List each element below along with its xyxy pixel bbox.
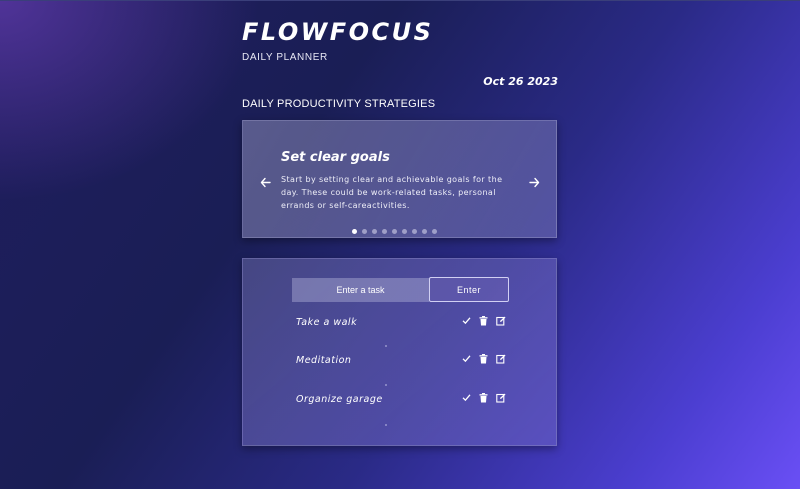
- task-item: Meditation: [296, 353, 511, 369]
- enter-button[interactable]: Enter: [429, 277, 509, 302]
- check-icon[interactable]: [461, 392, 472, 403]
- slide-text: Start by setting clear and achievable go…: [281, 175, 503, 210]
- trash-icon[interactable]: [478, 315, 489, 326]
- current-date: Oct 26 2023: [483, 75, 558, 88]
- task-label: Organize garage: [296, 394, 383, 405]
- carousel-dot[interactable]: [422, 229, 427, 234]
- task-item: Take a walk: [296, 315, 511, 331]
- carousel-dot[interactable]: [352, 229, 357, 234]
- top-border: [0, 0, 800, 1]
- carousel-dot[interactable]: [372, 229, 377, 234]
- carousel-dot[interactable]: [432, 229, 437, 234]
- check-icon[interactable]: [461, 353, 472, 364]
- task-input[interactable]: [292, 278, 429, 302]
- carousel-dot[interactable]: [382, 229, 387, 234]
- task-actions: [461, 392, 506, 403]
- edit-icon[interactable]: [495, 315, 506, 326]
- task-label: Meditation: [296, 355, 352, 366]
- carousel-dot[interactable]: [412, 229, 417, 234]
- app-subtitle: DAILY PLANNER: [242, 52, 328, 63]
- arrow-right-icon[interactable]: [529, 177, 540, 190]
- arrow-left-icon[interactable]: [260, 177, 271, 190]
- carousel-dot[interactable]: [392, 229, 397, 234]
- strategies-heading: DAILY PRODUCTIVITY STRATEGIES: [242, 98, 436, 110]
- app-title: FLOWFOCUS: [242, 18, 434, 46]
- task-actions: [461, 353, 506, 364]
- trash-icon[interactable]: [478, 392, 489, 403]
- task-panel: Enter Take a walk Meditation Organize ga…: [242, 258, 557, 446]
- separator-dot: [385, 424, 387, 426]
- check-icon[interactable]: [461, 315, 472, 326]
- task-label: Take a walk: [296, 317, 358, 328]
- separator-dot: [385, 345, 387, 347]
- trash-icon[interactable]: [478, 353, 489, 364]
- task-actions: [461, 315, 506, 326]
- edit-icon[interactable]: [495, 392, 506, 403]
- edit-icon[interactable]: [495, 353, 506, 364]
- strategies-carousel: Set clear goals Start by setting clear a…: [242, 120, 557, 238]
- separator-dot: [385, 384, 387, 386]
- carousel-dots: [352, 229, 437, 234]
- task-item: Organize garage: [296, 392, 511, 408]
- carousel-dot[interactable]: [402, 229, 407, 234]
- carousel-dot[interactable]: [362, 229, 367, 234]
- slide-title: Set clear goals: [281, 150, 390, 165]
